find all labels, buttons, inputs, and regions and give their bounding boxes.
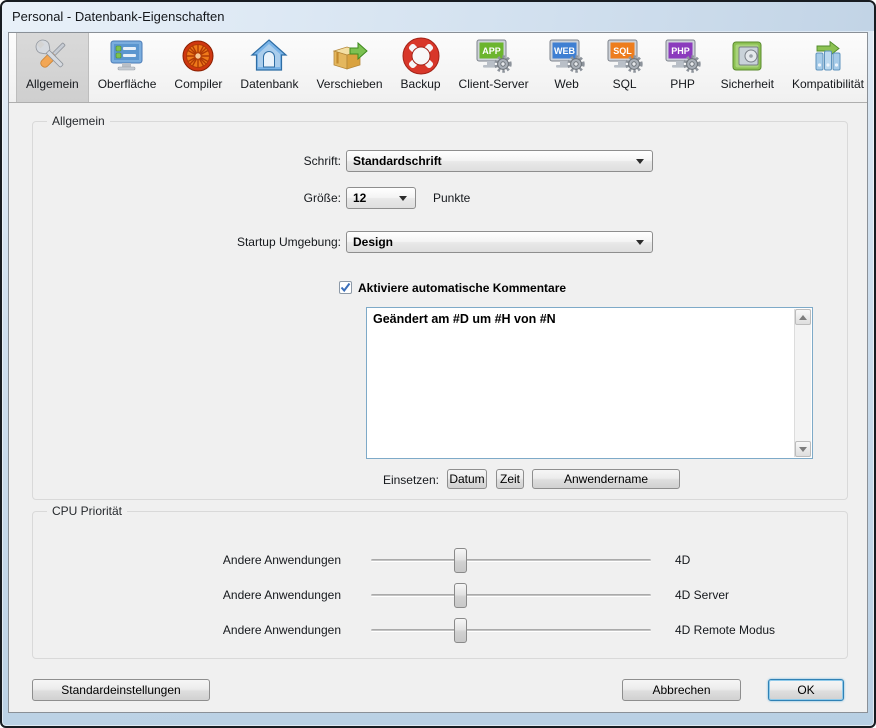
toolbar-item-label: SQL: [613, 77, 637, 91]
toolbar-item-sql[interactable]: SQL SQL: [596, 33, 654, 102]
window-title: Personal - Datenbank-Eigenschaften: [2, 9, 224, 24]
toolbar-item-label: Verschieben: [316, 77, 382, 91]
svg-text:SQL: SQL: [613, 46, 632, 56]
toolbar-item-client-server[interactable]: APP Client-Server: [450, 33, 538, 102]
datum-button[interactable]: Datum: [447, 469, 487, 489]
toolbar-item-label: Client-Server: [459, 77, 529, 91]
startup-umgebung-label: Startup Umgebung:: [33, 235, 341, 249]
safe-icon: [727, 36, 767, 76]
chevron-down-icon: [636, 240, 644, 245]
zeit-button[interactable]: Zeit: [496, 469, 524, 489]
kommentar-textarea[interactable]: Geändert am #D um #H von #N: [366, 307, 813, 459]
cpu-slider-track[interactable]: [371, 594, 651, 597]
sql-server-icon: SQL: [605, 36, 645, 76]
einsetzen-label: Einsetzen:: [33, 473, 439, 487]
checkmark-icon: [340, 282, 351, 293]
toolbar-item-compiler[interactable]: Compiler: [165, 33, 231, 102]
cpu-slider-row-4d-server: Andere Anwendungen 4D Server: [33, 582, 849, 608]
auto-kommentare-checkbox-label[interactable]: Aktiviere automatische Kommentare: [358, 281, 566, 295]
punkte-label: Punkte: [433, 191, 493, 205]
toolbar-item-label: Oberfläche: [98, 77, 157, 91]
scroll-up-button[interactable]: [795, 309, 811, 325]
slider-right-label: 4D Server: [675, 588, 729, 602]
toolbar-item-label: Allgemein: [26, 77, 79, 91]
ok-button[interactable]: OK: [768, 679, 844, 701]
toolbar-item-php[interactable]: PHP PHP: [654, 33, 712, 102]
home-icon: [249, 36, 289, 76]
svg-text:PHP: PHP: [671, 46, 690, 56]
standardeinstellungen-button[interactable]: Standardeinstellungen: [32, 679, 210, 701]
compiler-dial-icon: [178, 36, 218, 76]
cpu-slider-row-4d-remote: Andere Anwendungen 4D Remote Modus: [33, 617, 849, 643]
svg-text:WEB: WEB: [554, 46, 575, 56]
toolbar-item-oberflaeche[interactable]: Oberfläche: [89, 33, 166, 102]
toolbar-item-label: PHP: [670, 77, 695, 91]
cpu-slider-thumb[interactable]: [454, 618, 467, 643]
binders-arrow-icon: [808, 36, 848, 76]
schrift-label: Schrift:: [33, 154, 341, 168]
cpu-slider-thumb[interactable]: [454, 583, 467, 608]
cpu-slider-row-4d: Andere Anwendungen 4D: [33, 547, 849, 573]
monitor-options-icon: [107, 36, 147, 76]
dialog-window: Personal - Datenbank-Eigenschaften: [0, 0, 876, 728]
cpu-slider-thumb[interactable]: [454, 548, 467, 573]
cpu-slider-track[interactable]: [371, 629, 651, 632]
toolbar-item-kompatibilitaet[interactable]: Kompatibilität: [783, 33, 873, 102]
toolbar-item-web[interactable]: WEB Web: [538, 33, 596, 102]
cpu-prioritaet-groupbox-legend: CPU Priorität: [47, 504, 127, 518]
schrift-dropdown[interactable]: Standardschrift: [346, 150, 653, 172]
toolbar-item-backup[interactable]: Backup: [392, 33, 450, 102]
slider-right-label: 4D: [675, 553, 690, 567]
triangle-up-icon: [799, 315, 807, 320]
scroll-down-button[interactable]: [795, 441, 811, 457]
toolbar-item-label: Sicherheit: [721, 77, 774, 91]
slider-left-label: Andere Anwendungen: [33, 588, 341, 602]
tools-icon: [32, 36, 72, 76]
groesse-label: Größe:: [33, 191, 341, 205]
window-titlebar[interactable]: Personal - Datenbank-Eigenschaften: [2, 2, 874, 31]
toolbar-item-label: Kompatibilität: [792, 77, 864, 91]
slider-right-label: 4D Remote Modus: [675, 623, 775, 637]
php-server-icon: PHP: [663, 36, 703, 76]
startup-umgebung-dropdown-value: Design: [347, 235, 636, 249]
toolbar-item-label: Backup: [401, 77, 441, 91]
kommentar-text: Geändert am #D um #H von #N: [373, 312, 788, 326]
slider-left-label: Andere Anwendungen: [33, 553, 341, 567]
dialog-content: Allgemein Oberfläche: [8, 32, 868, 713]
groesse-dropdown[interactable]: 12: [346, 187, 416, 209]
chevron-down-icon: [399, 196, 407, 201]
web-server-icon: WEB: [547, 36, 587, 76]
app-server-icon: APP: [474, 36, 514, 76]
lifebuoy-icon: [401, 36, 441, 76]
allgemein-groupbox: Allgemein Schrift: Standardschrift Größe…: [32, 121, 848, 500]
groesse-dropdown-value: 12: [347, 191, 399, 205]
toolbar-item-label: Datenbank: [240, 77, 298, 91]
triangle-down-icon: [799, 447, 807, 452]
startup-umgebung-dropdown[interactable]: Design: [346, 231, 653, 253]
anwendername-button[interactable]: Anwendername: [532, 469, 680, 489]
schrift-dropdown-value: Standardschrift: [347, 154, 636, 168]
svg-text:APP: APP: [482, 46, 501, 56]
chevron-down-icon: [636, 159, 644, 164]
toolbar-item-datenbank[interactable]: Datenbank: [231, 33, 307, 102]
cpu-slider-track[interactable]: [371, 559, 651, 562]
allgemein-groupbox-legend: Allgemein: [47, 114, 110, 128]
slider-left-label: Andere Anwendungen: [33, 623, 341, 637]
toolbar-item-verschieben[interactable]: Verschieben: [307, 33, 391, 102]
toolbar-item-allgemein[interactable]: Allgemein: [16, 33, 89, 102]
toolbar-item-label: Web: [554, 77, 578, 91]
cpu-prioritaet-groupbox: CPU Priorität Andere Anwendungen 4D Ande…: [32, 511, 848, 659]
settings-toolbar: Allgemein Oberfläche: [9, 33, 867, 103]
move-box-icon: [329, 36, 369, 76]
textarea-scrollbar[interactable]: [794, 309, 811, 457]
toolbar-item-label: Compiler: [174, 77, 222, 91]
abbrechen-button[interactable]: Abbrechen: [622, 679, 741, 701]
auto-kommentare-checkbox[interactable]: [339, 281, 352, 294]
toolbar-item-sicherheit[interactable]: Sicherheit: [712, 33, 783, 102]
